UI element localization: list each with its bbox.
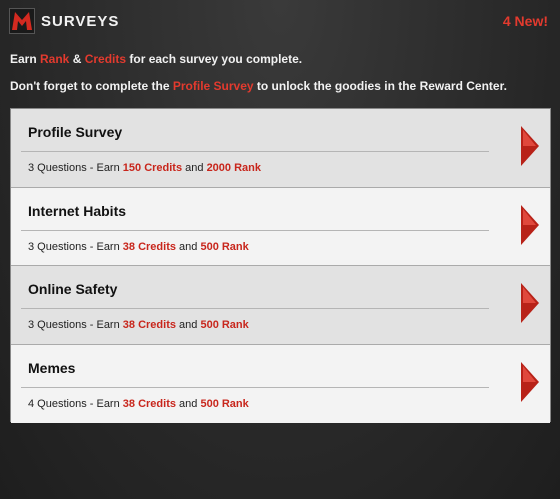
intro-text: Don't forget to complete the xyxy=(10,79,173,93)
chevron-right-icon[interactable] xyxy=(520,204,540,246)
and-text: and xyxy=(175,319,201,331)
survey-title: Internet Habits xyxy=(28,202,127,219)
rank-reward: 500 Rank xyxy=(200,397,249,410)
rank-reward: 500 Rank xyxy=(200,319,249,331)
profile-survey-link[interactable]: Profile Survey xyxy=(173,79,254,93)
new-count-badge: 4 New! xyxy=(502,13,548,29)
page-title: SURVEYS xyxy=(41,13,120,30)
question-count: 3 Questions - Earn xyxy=(28,240,123,253)
divider xyxy=(21,308,489,309)
credits-reward: 38 Credits xyxy=(122,397,176,410)
intro-text: & xyxy=(69,52,85,66)
chevron-right-icon[interactable] xyxy=(520,125,540,167)
survey-list: Profile Survey 3 Questions - Earn 150 Cr… xyxy=(10,108,551,423)
question-count: 3 Questions - Earn xyxy=(28,162,123,174)
survey-item-profile-survey[interactable]: Profile Survey 3 Questions - Earn 150 Cr… xyxy=(11,109,550,188)
chevron-right-icon[interactable] xyxy=(520,282,540,324)
header-bar: SURVEYS 4 New! xyxy=(0,0,560,42)
and-text: and xyxy=(182,162,207,174)
survey-item-internet-habits[interactable]: Internet Habits 3 Questions - Earn 38 Cr… xyxy=(11,187,550,266)
intro-text: Earn xyxy=(10,52,41,66)
and-text: and xyxy=(175,240,201,253)
survey-item-memes[interactable]: Memes 4 Questions - Earn 38 Credits and … xyxy=(11,344,550,423)
intro-text: for each survey you complete. xyxy=(126,52,303,66)
and-text: and xyxy=(175,397,201,410)
rank-highlight: Rank xyxy=(40,52,70,66)
intro-line-1: Earn Rank & Credits for each survey you … xyxy=(10,52,302,66)
survey-title: Online Safety xyxy=(28,281,118,297)
survey-reward: 4 Questions - Earn 38 Credits and 500 Ra… xyxy=(28,398,249,410)
credits-reward: 38 Credits xyxy=(122,240,176,253)
survey-title: Profile Survey xyxy=(28,124,123,140)
intro-text: to unlock the goodies in the Reward Cent… xyxy=(253,79,507,93)
divider xyxy=(21,386,489,388)
credits-reward: 150 Credits xyxy=(122,162,183,174)
question-count: 3 Questions - Earn xyxy=(28,319,123,331)
divider xyxy=(21,229,489,231)
question-count: 4 Questions - Earn xyxy=(28,397,123,410)
rank-reward: 2000 Rank xyxy=(206,162,261,174)
survey-reward: 3 Questions - Earn 38 Credits and 500 Ra… xyxy=(28,241,249,253)
survey-reward: 3 Questions - Earn 38 Credits and 500 Ra… xyxy=(28,319,249,331)
intro-line-2: Don't forget to complete the Profile Sur… xyxy=(10,79,507,93)
credits-highlight: Credits xyxy=(84,52,127,66)
survey-reward: 3 Questions - Earn 150 Credits and 2000 … xyxy=(28,162,261,174)
divider xyxy=(21,151,489,152)
logo-icon xyxy=(9,8,35,34)
credits-reward: 38 Credits xyxy=(122,319,176,331)
chevron-right-icon[interactable] xyxy=(520,361,540,403)
rank-reward: 500 Rank xyxy=(200,240,249,253)
survey-title: Memes xyxy=(28,359,76,376)
survey-item-online-safety[interactable]: Online Safety 3 Questions - Earn 38 Cred… xyxy=(11,266,550,345)
